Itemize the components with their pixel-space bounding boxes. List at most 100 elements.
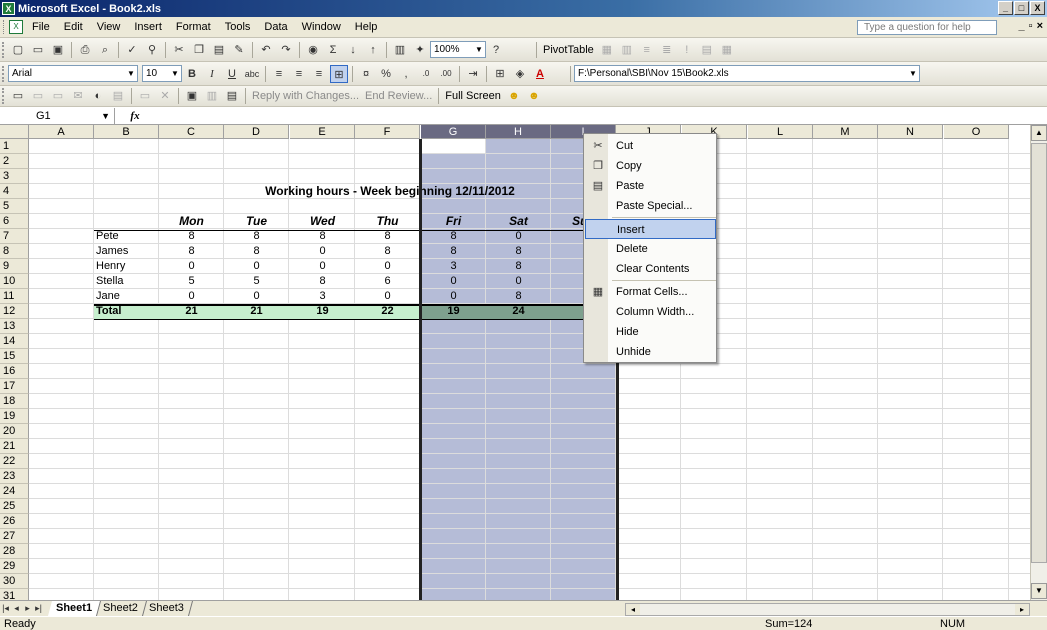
track-icon[interactable]: ◐ [89, 87, 107, 105]
scroll-up-icon[interactable]: ▲ [1031, 125, 1047, 141]
reply-with-changes-button[interactable]: Reply with Changes... [249, 90, 362, 102]
row-header-19[interactable]: 19 [0, 409, 29, 424]
row-header-17[interactable]: 17 [0, 379, 29, 394]
delete-ink-icon[interactable]: ✕ [156, 87, 174, 105]
autosum-icon[interactable]: Σ [324, 41, 342, 59]
chart-wizard-icon[interactable]: ▥ [391, 41, 409, 59]
row-header-24[interactable]: 24 [0, 484, 29, 499]
hours-cell[interactable]: 8 [226, 229, 287, 244]
hours-cell[interactable]: 5 [226, 274, 287, 289]
review-pane-icon[interactable]: ▥ [203, 87, 221, 105]
toolbar-grip[interactable] [2, 41, 5, 58]
hours-cell[interactable]: 3 [292, 289, 353, 304]
indent-icon[interactable]: ⇥ [464, 65, 482, 83]
chevron-down-icon[interactable]: ▼ [473, 42, 485, 57]
last-sheet-icon[interactable]: ▸| [33, 603, 44, 614]
underline-icon[interactable]: U [223, 65, 241, 83]
menu-format[interactable]: Format [169, 17, 218, 38]
sort-descending-icon[interactable]: ↑ [364, 41, 382, 59]
column-header-m[interactable]: M [813, 125, 878, 139]
hours-cell[interactable]: 6 [357, 274, 418, 289]
mail-icon[interactable]: ✉ [69, 87, 87, 105]
row-header-10[interactable]: 10 [0, 274, 29, 289]
row-header-26[interactable]: 26 [0, 514, 29, 529]
sort-ascending-icon[interactable]: ↓ [344, 41, 362, 59]
hours-cell[interactable]: 8 [292, 229, 353, 244]
redo-icon[interactable]: ↷ [277, 41, 295, 59]
menu-view[interactable]: View [90, 17, 128, 38]
row-header-30[interactable]: 30 [0, 574, 29, 589]
vertical-scrollbar[interactable]: ▲ ▼ [1030, 125, 1047, 600]
row-header-7[interactable]: 7 [0, 229, 29, 244]
show-comments-icon[interactable]: ▣ [183, 87, 201, 105]
help-question-input[interactable]: Type a question for help [857, 20, 997, 35]
tab-sheet1[interactable]: Sheet1 [47, 601, 102, 616]
ctx-paste-special[interactable]: Paste Special... [585, 196, 716, 216]
row-header-23[interactable]: 23 [0, 469, 29, 484]
hours-cell[interactable]: 0 [226, 289, 287, 304]
chevron-down-icon[interactable]: ▼ [907, 66, 919, 81]
hyperlink-icon[interactable]: ◉ [304, 41, 322, 59]
pivottable-menu[interactable]: PivotTable [540, 44, 597, 56]
column-header-n[interactable]: N [878, 125, 943, 139]
column-header-c[interactable]: C [159, 125, 224, 139]
ctx-cut[interactable]: ✂ Cut [585, 136, 716, 156]
horizontal-scrollbar[interactable]: ◂ ▸ [625, 603, 1030, 616]
row-header-1[interactable]: 1 [0, 139, 29, 154]
fill-color-icon[interactable]: ◈ [511, 65, 529, 83]
menu-file[interactable]: File [25, 17, 57, 38]
row-header-8[interactable]: 8 [0, 244, 29, 259]
print-preview-icon[interactable]: ⌕ [96, 41, 114, 59]
decrease-decimal-icon[interactable]: .00 [437, 65, 455, 83]
comment-icon[interactable]: ▤ [109, 87, 127, 105]
column-header-l[interactable]: L [748, 125, 813, 139]
day-header[interactable]: Thu [357, 214, 418, 229]
row-header-13[interactable]: 13 [0, 319, 29, 334]
close-button[interactable]: X [1030, 1, 1045, 15]
hours-cell[interactable]: 0 [161, 289, 222, 304]
name-box[interactable]: G1 ▼ [0, 107, 115, 124]
day-header[interactable]: Mon [161, 214, 222, 229]
font-select[interactable]: Arial ▼ [8, 65, 138, 82]
tab-sheet3[interactable]: Sheet3 [140, 601, 193, 616]
scroll-left-icon[interactable]: ◂ [626, 604, 640, 615]
ctx-clear-contents[interactable]: Clear Contents [585, 259, 716, 279]
fx-icon[interactable]: fx [115, 110, 155, 122]
total-cell[interactable]: 19 [292, 304, 353, 319]
row-header-18[interactable]: 18 [0, 394, 29, 409]
row-header-22[interactable]: 22 [0, 454, 29, 469]
field-list-icon[interactable]: ▦ [718, 41, 736, 59]
format-painter-icon[interactable]: ✎ [230, 41, 248, 59]
comma-icon[interactable]: , [397, 65, 415, 83]
next-sheet-icon[interactable]: ▸ [22, 603, 33, 614]
smiley-icon[interactable]: ☻ [525, 87, 543, 105]
person-name[interactable]: James [96, 244, 157, 259]
select-all-corner[interactable] [0, 125, 29, 139]
chevron-down-icon[interactable]: ▼ [101, 108, 110, 124]
doc-minimize-button[interactable]: _ [1019, 20, 1025, 32]
cut-icon[interactable]: ✂ [170, 41, 188, 59]
save-icon[interactable]: ▣ [49, 41, 67, 59]
ctx-hide[interactable]: Hide [585, 322, 716, 342]
column-header-f[interactable]: F [355, 125, 420, 139]
ctx-insert[interactable]: Insert [585, 219, 716, 239]
menu-data[interactable]: Data [257, 17, 294, 38]
folder-icon[interactable]: ▭ [9, 87, 27, 105]
workbook-icon[interactable]: X [9, 20, 23, 34]
percent-icon[interactable]: % [377, 65, 395, 83]
new-icon[interactable]: ▢ [9, 41, 27, 59]
full-screen-button[interactable]: Full Screen [442, 90, 504, 102]
total-cell[interactable]: 21 [226, 304, 287, 319]
scroll-right-icon[interactable]: ▸ [1015, 604, 1029, 615]
maximize-button[interactable]: □ [1014, 1, 1029, 15]
end-review-button[interactable]: End Review... [362, 90, 435, 102]
doc-restore-button[interactable]: ▫ [1029, 20, 1033, 32]
row-header-4[interactable]: 4 [0, 184, 29, 199]
menu-window[interactable]: Window [295, 17, 348, 38]
spelling-icon[interactable]: ✓ [123, 41, 141, 59]
column-header-g[interactable]: G [421, 125, 486, 139]
hours-cell[interactable]: 8 [226, 244, 287, 259]
total-cell[interactable]: 22 [357, 304, 418, 319]
menu-tools[interactable]: Tools [218, 17, 258, 38]
toolbar-grip[interactable] [2, 65, 5, 82]
